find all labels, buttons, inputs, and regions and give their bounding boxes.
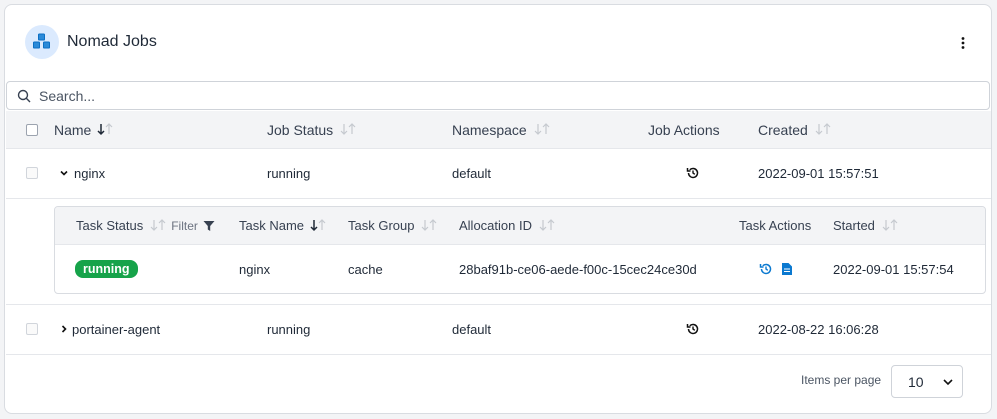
job-name[interactable]: nginx xyxy=(59,148,105,198)
column-task-name[interactable]: Task Name xyxy=(239,207,326,244)
items-per-page-label: Items per page xyxy=(801,373,882,387)
job-created: 2022-08-22 16:06:28 xyxy=(758,321,879,337)
sort-desc-icon xyxy=(97,123,113,136)
sort-icon xyxy=(538,219,556,232)
filter-icon[interactable] xyxy=(203,220,215,232)
chevron-right-icon[interactable] xyxy=(59,324,69,334)
sort-desc-icon xyxy=(310,219,326,232)
sort-icon xyxy=(814,123,832,136)
job-name[interactable]: portainer-agent xyxy=(59,304,160,354)
page-title: Nomad Jobs xyxy=(67,33,157,50)
job-name-label: nginx xyxy=(74,165,106,181)
items-per-page-select[interactable]: 10 xyxy=(891,365,963,398)
column-started[interactable]: Started xyxy=(833,207,899,244)
task-history-icon[interactable] xyxy=(759,244,773,293)
sort-icon xyxy=(881,219,899,232)
card-header: Nomad Jobs xyxy=(5,5,991,81)
job-namespace: default xyxy=(452,165,492,181)
chevron-down-icon[interactable] xyxy=(59,168,69,178)
column-created[interactable]: Created xyxy=(758,111,832,148)
search-icon xyxy=(17,89,31,102)
column-namespace[interactable]: Namespace xyxy=(452,111,551,148)
column-created-label: Created xyxy=(758,121,808,138)
sort-icon xyxy=(420,219,438,232)
column-task-status-label: Task Status xyxy=(76,218,144,233)
status-badge: running xyxy=(75,260,138,278)
task-started: 2022-09-01 15:57:54 xyxy=(833,261,954,277)
column-task-name-label: Task Name xyxy=(239,218,305,233)
column-started-label: Started xyxy=(833,218,875,233)
task-details-panel: Task Status Filter Task Name Task Group … xyxy=(6,198,991,305)
row-checkbox[interactable] xyxy=(26,323,38,335)
job-status: running xyxy=(267,165,311,181)
column-task-actions-label: Task Actions xyxy=(739,218,812,233)
task-name: nginx xyxy=(239,261,271,277)
column-task-group[interactable]: Task Group xyxy=(348,207,438,244)
jobs-table-header: Name Job Status Namespace Job Actions Cr… xyxy=(6,111,991,149)
nomad-jobs-card: Nomad Jobs Name Job Status Namespace Job… xyxy=(4,4,992,414)
sort-icon xyxy=(149,219,167,232)
column-allocation-id[interactable]: Allocation ID xyxy=(459,207,556,244)
job-status: running xyxy=(267,321,311,337)
column-task-group-label: Task Group xyxy=(348,218,415,233)
task-logs-icon[interactable] xyxy=(781,244,793,293)
cubes-icon xyxy=(25,25,59,59)
kebab-menu-icon[interactable] xyxy=(957,35,969,51)
tasks-table-header: Task Status Filter Task Name Task Group … xyxy=(55,207,985,245)
search-bar xyxy=(6,81,990,110)
job-namespace: default xyxy=(452,321,492,337)
column-namespace-label: Namespace xyxy=(452,121,527,138)
history-icon[interactable] xyxy=(686,304,700,354)
job-created: 2022-09-01 15:57:51 xyxy=(758,165,879,181)
search-input[interactable] xyxy=(37,86,941,105)
column-job-status[interactable]: Job Status xyxy=(267,111,357,148)
allocation-id: 28baf91b-ce06-aede-f00c-15cec24ce30d xyxy=(459,261,697,277)
filter-label[interactable]: Filter xyxy=(171,219,198,233)
pagination-footer: Items per page 10 xyxy=(6,355,991,413)
sort-icon xyxy=(339,123,357,136)
column-job-actions-label: Job Actions xyxy=(648,121,720,138)
column-job-status-label: Job Status xyxy=(267,121,334,138)
column-name[interactable]: Name xyxy=(54,111,113,148)
task-row: running nginx cache 28baf91b-ce06-aede-f… xyxy=(55,244,985,293)
items-per-page-value: 10 xyxy=(908,373,924,390)
table-row: portainer-agent running default 2022-08-… xyxy=(6,304,991,355)
column-job-actions: Job Actions xyxy=(648,111,720,148)
sort-icon xyxy=(533,123,551,136)
row-checkbox[interactable] xyxy=(26,167,38,179)
tasks-table: Task Status Filter Task Name Task Group … xyxy=(54,206,986,294)
column-task-actions: Task Actions xyxy=(739,207,811,244)
column-allocation-id-label: Allocation ID xyxy=(459,218,532,233)
task-group: cache xyxy=(348,261,383,277)
history-icon[interactable] xyxy=(686,148,700,198)
job-name-label: portainer-agent xyxy=(72,321,161,337)
column-name-label: Name xyxy=(54,121,92,138)
chevron-down-icon xyxy=(943,379,953,386)
table-row: nginx running default 2022-09-01 15:57:5… xyxy=(6,148,991,199)
column-task-status[interactable]: Task Status Filter xyxy=(76,207,215,244)
select-all-checkbox[interactable] xyxy=(26,123,38,136)
